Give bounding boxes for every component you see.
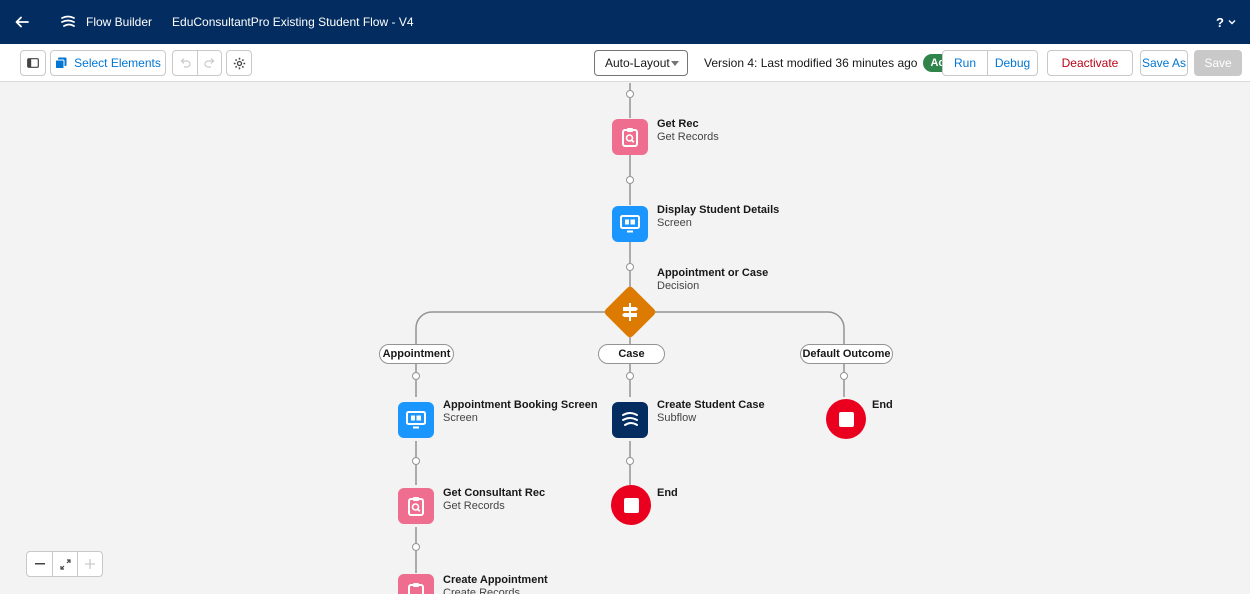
appointment-booking-screen-label: Appointment Booking Screen Screen	[443, 399, 598, 425]
zoom-in-button[interactable]	[77, 552, 102, 576]
appointment-or-case-label: Appointment or Case Decision	[657, 267, 768, 293]
create-student-case-node[interactable]	[612, 402, 648, 438]
plus-icon	[85, 559, 95, 569]
help-menu-button[interactable]: ?	[1216, 0, 1236, 44]
node-type: Create Records	[443, 587, 521, 594]
save-button[interactable]: Save	[1194, 50, 1242, 76]
create-records-icon	[408, 583, 424, 594]
get-records-icon	[622, 128, 638, 147]
run-debug-group: Run Debug	[942, 50, 1038, 76]
layout-select[interactable]: Auto-Layout	[594, 50, 688, 76]
redo-button[interactable]	[197, 51, 221, 75]
select-elements-label: Select Elements	[74, 56, 161, 70]
node-title: Create Student Case	[657, 399, 765, 411]
flow-icon	[61, 15, 75, 27]
node-type: Screen	[443, 412, 478, 424]
end-node-case[interactable]	[611, 485, 651, 525]
display-student-details-label: Display Student Details Screen	[657, 204, 779, 230]
redo-icon	[203, 58, 214, 68]
app-name: Flow Builder	[86, 15, 153, 29]
create-appointment-node[interactable]	[398, 574, 434, 594]
end-case-label: End	[657, 487, 678, 500]
get-rec-label: Get Rec Get Records	[657, 118, 719, 144]
chevron-down-icon	[1228, 20, 1236, 25]
display-student-details-node[interactable]	[612, 206, 648, 242]
help-label: ?	[1216, 14, 1224, 30]
node-type: Subflow	[657, 412, 697, 424]
minus-icon	[34, 563, 45, 565]
node-type: Decision	[657, 280, 700, 292]
save-as-button[interactable]: Save As	[1140, 50, 1188, 76]
create-student-case-label: Create Student Case Subflow	[657, 399, 765, 425]
run-button[interactable]: Run	[943, 51, 987, 75]
outcome-case[interactable]: Case	[598, 344, 665, 364]
layout-select-value: Auto-Layout	[605, 56, 670, 70]
node-title: Appointment Booking Screen	[443, 399, 598, 411]
flow-title: EduConsultantPro Existing Student Flow -…	[172, 15, 414, 29]
node-title: Appointment or Case	[657, 267, 769, 279]
end-default-label: End	[872, 399, 893, 412]
get-consultant-rec-node[interactable]	[398, 488, 434, 524]
undo-button[interactable]	[173, 51, 197, 75]
deactivate-button[interactable]: Deactivate	[1047, 50, 1133, 76]
create-appointment-label: Create Appointment Create Records	[443, 574, 548, 594]
outcome-appointment[interactable]: Appointment	[379, 344, 454, 364]
stop-icon	[623, 497, 639, 513]
panel-icon	[27, 58, 39, 68]
flow-toolbar: Select Elements Auto-Layout Version 4: L…	[0, 44, 1250, 82]
get-consultant-rec-label: Get Consultant Rec Get Records	[443, 487, 545, 513]
debug-button[interactable]: Debug	[987, 51, 1037, 75]
node-type: Get Records	[443, 500, 505, 512]
version-info: Version 4: Last modified 36 minutes ago …	[704, 50, 971, 76]
app-branding: Flow Builder	[44, 0, 166, 44]
version-text: Version 4: Last modified 36 minutes ago	[704, 56, 918, 70]
expand-icon	[59, 558, 71, 570]
screen-icon	[406, 411, 426, 429]
get-records-icon	[408, 497, 424, 516]
arrow-left-icon	[15, 16, 29, 28]
node-title: Display Student Details	[657, 204, 780, 216]
back-button[interactable]	[0, 0, 44, 44]
end-node-default[interactable]	[826, 399, 866, 439]
settings-button[interactable]	[226, 50, 252, 76]
node-title: End	[657, 487, 678, 499]
toggle-panel-button[interactable]	[20, 50, 46, 76]
caret-down-icon	[671, 61, 679, 66]
get-rec-node[interactable]	[612, 119, 648, 155]
select-elements-icon	[55, 57, 67, 69]
undo-icon	[180, 58, 191, 68]
node-type: Get Records	[657, 131, 719, 143]
flow-canvas[interactable]: Get Rec Get Records Display Student Deta…	[0, 83, 1250, 594]
zoom-controls	[26, 551, 103, 577]
node-title: Get Rec	[657, 118, 699, 130]
global-header: Flow Builder EduConsultantPro Existing S…	[0, 0, 1250, 44]
node-title: Create Appointment	[443, 574, 548, 586]
screen-icon	[620, 215, 640, 233]
outcome-default[interactable]: Default Outcome	[800, 344, 893, 364]
appointment-booking-screen-node[interactable]	[398, 402, 434, 438]
gear-icon	[233, 57, 245, 69]
subflow-icon	[622, 412, 638, 426]
zoom-out-button[interactable]	[27, 552, 52, 576]
node-type: Screen	[657, 217, 692, 229]
node-title: End	[872, 399, 893, 411]
fit-view-button[interactable]	[52, 552, 77, 576]
stop-icon	[838, 411, 854, 427]
undo-redo-group	[172, 50, 222, 76]
node-title: Get Consultant Rec	[443, 487, 546, 499]
select-elements-button[interactable]: Select Elements	[50, 50, 166, 76]
decision-icon	[611, 293, 649, 331]
